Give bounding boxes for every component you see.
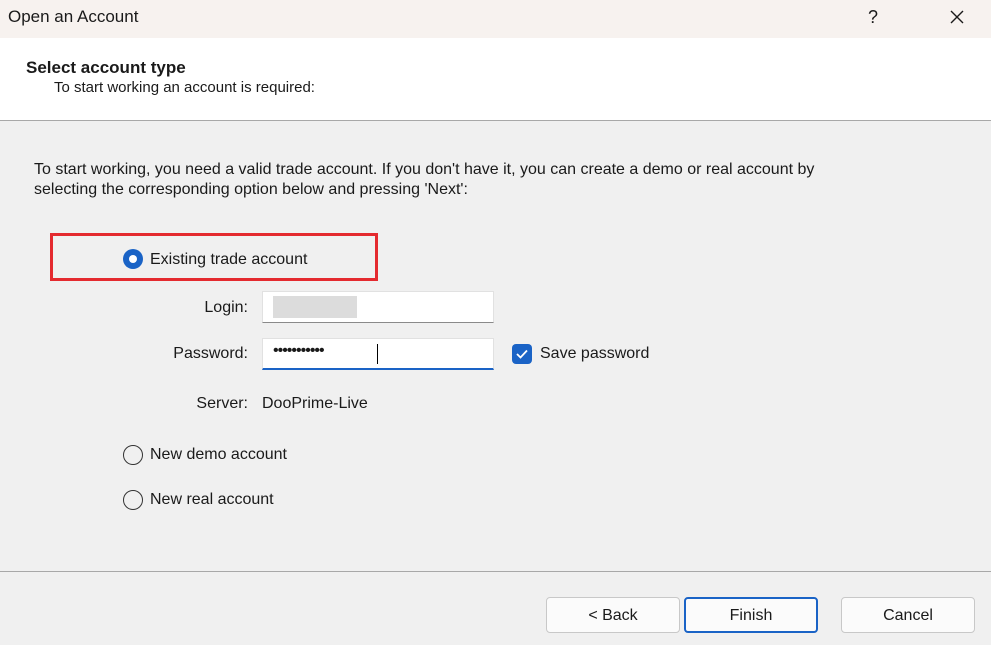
login-input[interactable] <box>262 291 494 323</box>
page-subtitle: To start working an account is required: <box>54 79 315 96</box>
close-button[interactable] <box>940 2 974 32</box>
page-title: Select account type <box>26 58 186 77</box>
demo-account-radio[interactable] <box>123 445 143 465</box>
server-value: DooPrime-Live <box>262 395 368 412</box>
footer-divider <box>0 571 991 572</box>
save-password-checkbox[interactable] <box>512 344 532 364</box>
help-button[interactable]: ? <box>858 2 888 32</box>
checkmark-icon <box>516 349 528 359</box>
real-account-label[interactable]: New real account <box>150 491 274 509</box>
intro-line-2: selecting the corresponding option below… <box>34 181 468 198</box>
text-caret <box>377 344 378 364</box>
password-input[interactable]: ••••••••••• <box>262 338 494 370</box>
redacted-login <box>273 296 357 318</box>
password-value: ••••••••••• <box>273 342 325 359</box>
intro-line-1: To start working, you need a valid trade… <box>34 161 815 178</box>
back-button[interactable]: < Back <box>546 597 680 633</box>
finish-button[interactable]: Finish <box>684 597 818 633</box>
cancel-button[interactable]: Cancel <box>841 597 975 633</box>
existing-account-radio[interactable] <box>123 249 143 269</box>
demo-account-label[interactable]: New demo account <box>150 446 287 464</box>
close-icon <box>950 10 964 24</box>
save-password-label[interactable]: Save password <box>540 345 649 363</box>
intro-text: To start working, you need a valid trade… <box>34 160 964 200</box>
window-title: Open an Account <box>8 7 139 26</box>
wizard-header: Select account type To start working an … <box>0 38 991 121</box>
existing-account-label[interactable]: Existing trade account <box>150 251 307 269</box>
server-label: Server: <box>196 395 248 412</box>
login-label: Login: <box>204 299 248 316</box>
title-bar: Open an Account ? <box>0 0 991 38</box>
password-label: Password: <box>173 345 248 362</box>
real-account-radio[interactable] <box>123 490 143 510</box>
